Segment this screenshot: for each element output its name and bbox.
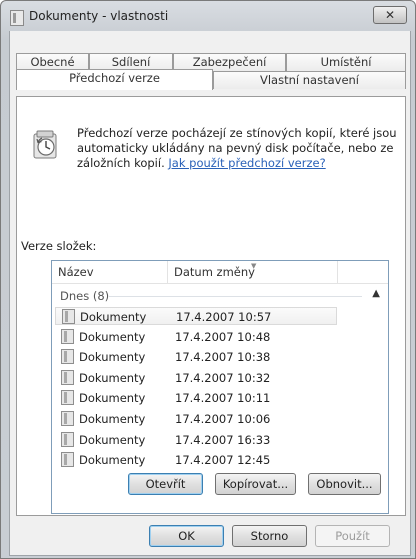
help-link[interactable]: Jak použít předchozí verze? bbox=[168, 156, 325, 170]
folder-icon bbox=[61, 369, 74, 385]
item-date: 17.4.2007 10:06 bbox=[175, 412, 271, 426]
item-name: Dokumenty bbox=[79, 391, 146, 406]
item-name: Dokumenty bbox=[79, 432, 146, 447]
item-date: 17.4.2007 10:38 bbox=[175, 350, 271, 365]
tab-previous-versions[interactable]: Předchozí verze bbox=[16, 69, 213, 90]
item-name: Dokumenty bbox=[79, 329, 146, 344]
tab-location[interactable]: Umístění bbox=[286, 53, 406, 71]
folder-icon bbox=[61, 431, 74, 447]
close-button[interactable]: ✕ bbox=[373, 6, 407, 24]
item-date: 17.4.2007 16:33 bbox=[175, 432, 271, 447]
window-title: Dokumenty - vlastnosti bbox=[29, 9, 169, 23]
column-header-name[interactable]: Název bbox=[52, 261, 168, 283]
group-header-today[interactable]: Dnes (8) ▲ bbox=[52, 287, 388, 305]
copy-button[interactable]: Kopírovat... bbox=[215, 473, 296, 495]
item-name: Dokumenty bbox=[80, 310, 147, 324]
folder-icon bbox=[61, 390, 74, 406]
item-date: 17.4.2007 10:11 bbox=[175, 391, 271, 406]
folder-icon bbox=[10, 10, 24, 26]
dialog-client: Obecné Sdílení Zabezpečení Umístění Před… bbox=[9, 31, 411, 556]
list-item[interactable]: Dokumenty 17.4.2007 10:57 bbox=[55, 307, 337, 325]
list-header: Název Datum změny ▼ bbox=[52, 261, 388, 284]
tab-panel: Předchozí verze pocházejí ze stínových k… bbox=[16, 96, 406, 516]
properties-window: Dokumenty - vlastnosti ✕ Obecné Sdílení … bbox=[0, 0, 416, 559]
restore-button[interactable]: Obnovit... bbox=[308, 473, 381, 495]
folder-icon bbox=[61, 411, 74, 426]
folder-versions-label: Verze složek: bbox=[21, 239, 97, 253]
item-name: Dokumenty bbox=[79, 370, 146, 385]
sort-arrow-icon: ▼ bbox=[251, 262, 257, 270]
list-item[interactable]: Dokumenty 17.4.2007 10:11 bbox=[55, 389, 337, 407]
group-label: Dnes (8) bbox=[60, 289, 110, 303]
list-item[interactable]: Dokumenty 17.4.2007 10:06 bbox=[55, 410, 337, 428]
item-date: 17.4.2007 10:48 bbox=[175, 329, 271, 344]
item-name: Dokumenty bbox=[79, 412, 146, 426]
list-item[interactable]: Dokumenty 17.4.2007 10:32 bbox=[55, 369, 337, 387]
cancel-button[interactable]: Storno bbox=[232, 525, 307, 547]
tab-customize[interactable]: Vlastní nastavení bbox=[213, 71, 406, 89]
item-date: 17.4.2007 10:57 bbox=[176, 310, 272, 324]
folder-icon bbox=[61, 452, 74, 468]
close-icon: ✕ bbox=[384, 8, 396, 22]
item-date: 17.4.2007 10:32 bbox=[175, 370, 271, 385]
list-item[interactable]: Dokumenty 17.4.2007 16:33 bbox=[55, 431, 337, 449]
ok-button[interactable]: OK bbox=[149, 525, 224, 547]
list-item[interactable]: Dokumenty 17.4.2007 10:48 bbox=[55, 328, 337, 346]
previous-versions-icon bbox=[33, 130, 57, 159]
list-item[interactable]: Dokumenty 17.4.2007 10:38 bbox=[55, 348, 337, 366]
collapse-icon[interactable]: ▲ bbox=[372, 288, 380, 299]
item-name: Dokumenty bbox=[79, 453, 146, 468]
title-bar[interactable]: Dokumenty - vlastnosti ✕ bbox=[1, 1, 415, 31]
info-text: Předchozí verze pocházejí ze stínových k… bbox=[77, 126, 397, 170]
apply-button[interactable]: Použít bbox=[315, 525, 390, 547]
item-date: 17.4.2007 12:45 bbox=[175, 453, 271, 468]
folder-icon bbox=[61, 349, 74, 365]
folder-icon bbox=[61, 328, 74, 344]
item-name: Dokumenty bbox=[79, 350, 146, 365]
list-item[interactable]: Dokumenty 17.4.2007 12:45 bbox=[55, 451, 337, 469]
folder-icon bbox=[62, 309, 75, 324]
group-divider bbox=[109, 296, 362, 297]
open-button[interactable]: Otevřít bbox=[128, 473, 203, 495]
